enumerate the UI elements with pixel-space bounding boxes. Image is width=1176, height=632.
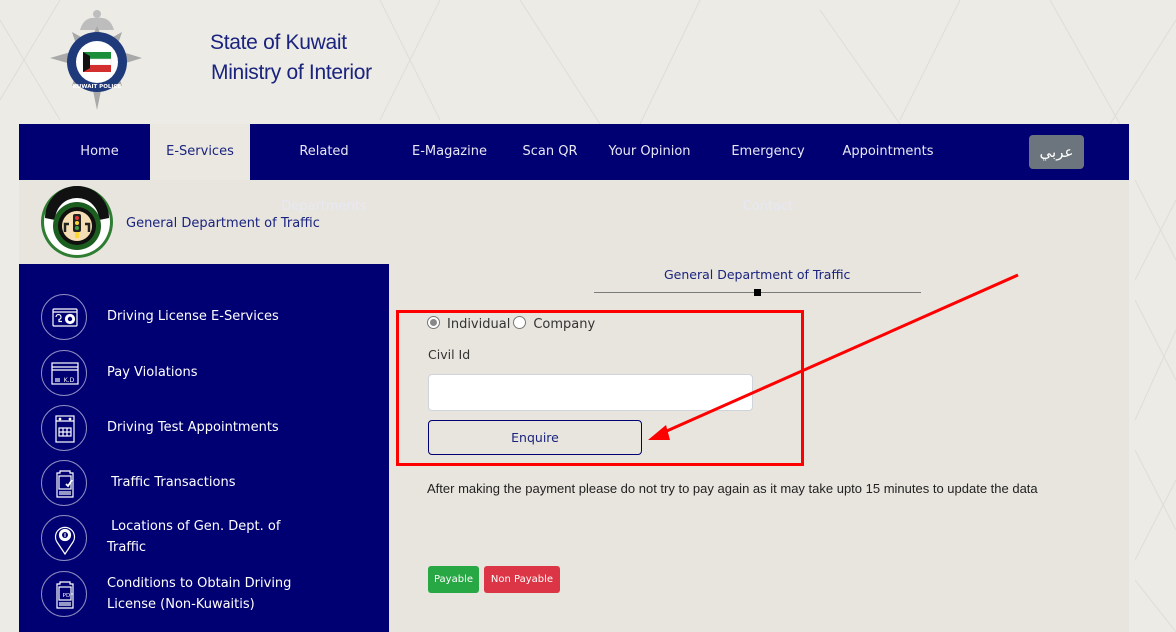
civil-id-label: Civil Id xyxy=(428,347,471,362)
sidebar-item-driving-test-appointments[interactable]: Driving Test Appointments xyxy=(41,405,381,451)
brand-line-2: Ministry of Interior xyxy=(211,61,372,84)
nav-home[interactable]: Home xyxy=(62,124,137,180)
payable-badge-button[interactable]: Payable xyxy=(428,566,479,593)
sidebar-item-driving-license-e-services[interactable]: Driving License E-Services xyxy=(41,294,381,340)
driving-license-icon xyxy=(41,294,87,340)
sidebar-item-label: Traffic Transactions xyxy=(107,475,236,490)
divider-marker xyxy=(754,289,761,296)
sidebar-item-label: Driving Test Appointments xyxy=(107,420,279,435)
sidebar-item-label: Locations of Gen. Dept. of Traffic xyxy=(107,519,285,555)
nav-your-opinion[interactable]: Your Opinion xyxy=(604,124,695,180)
arabic-language-button[interactable]: عربي xyxy=(1029,135,1084,169)
svg-text:KUWAIT POLICE: KUWAIT POLICE xyxy=(73,84,122,90)
pay-violations-icon: K.D xyxy=(41,350,87,396)
nav-scan-qr[interactable]: Scan QR xyxy=(515,124,585,180)
sidebar-item-locations-gen-dept-traffic[interactable]: Locations of Gen. Dept. of Traffic xyxy=(41,515,381,561)
customer-type-radio-group: Individual Company xyxy=(427,316,598,332)
nav-appointments[interactable]: Appointments xyxy=(842,124,934,180)
traffic-department-emblem-icon xyxy=(41,186,113,258)
nav-e-services[interactable]: E-Services xyxy=(150,124,250,180)
civil-id-input[interactable] xyxy=(428,374,753,411)
nav-e-magazine[interactable]: E-Magazine xyxy=(407,124,492,180)
svg-text:K.D: K.D xyxy=(64,377,75,384)
services-sidebar: Driving License E-Services K.D Pay Viola… xyxy=(19,264,389,632)
radio-individual-label[interactable]: Individual xyxy=(447,317,510,332)
ministry-brand: State of Kuwait Ministry of Interior xyxy=(210,28,372,88)
sidebar-item-label: Conditions to Obtain Driving License (No… xyxy=(107,576,292,612)
location-pin-icon xyxy=(41,515,87,561)
main-navbar: Home E-Services Related Departments E-Ma… xyxy=(19,124,1129,214)
sidebar-item-conditions-driving-license[interactable]: PDF Conditions to Obtain Driving License… xyxy=(41,571,381,617)
radio-company-label[interactable]: Company xyxy=(533,317,595,332)
sidebar-item-pay-violations[interactable]: K.D Pay Violations xyxy=(41,350,381,396)
radio-individual[interactable] xyxy=(427,316,440,329)
radio-company[interactable] xyxy=(513,316,527,329)
sidebar-item-label: Pay Violations xyxy=(107,365,198,380)
calendar-icon xyxy=(41,405,87,451)
kuwait-police-emblem-icon[interactable]: KUWAIT POLICE xyxy=(42,2,152,118)
enquire-button[interactable]: Enquire xyxy=(428,420,642,455)
content-area: General Department of Traffic Driving Li… xyxy=(19,180,1129,632)
svg-text:PDF: PDF xyxy=(63,593,74,599)
main-panel: General Department of Traffic Individual… xyxy=(389,264,1129,632)
nav-emergency-contact[interactable]: Emergency Contact xyxy=(705,124,831,214)
section-title: General Department of Traffic xyxy=(664,267,851,282)
nav-related-departments[interactable]: Related Departments xyxy=(255,124,393,214)
sidebar-item-traffic-transactions[interactable]: Traffic Transactions xyxy=(41,460,381,506)
non-payable-badge-button[interactable]: Non Payable xyxy=(484,566,560,593)
payment-notice: After making the payment please do not t… xyxy=(427,481,1038,496)
brand-line-1: State of Kuwait xyxy=(210,31,347,54)
department-header: General Department of Traffic xyxy=(19,180,1129,264)
site-header: KUWAIT POLICE State of Kuwait Ministry o… xyxy=(0,0,1176,124)
pdf-document-icon: PDF xyxy=(41,571,87,617)
clipboard-check-icon xyxy=(41,460,87,506)
sidebar-item-label: Driving License E-Services xyxy=(107,309,279,324)
